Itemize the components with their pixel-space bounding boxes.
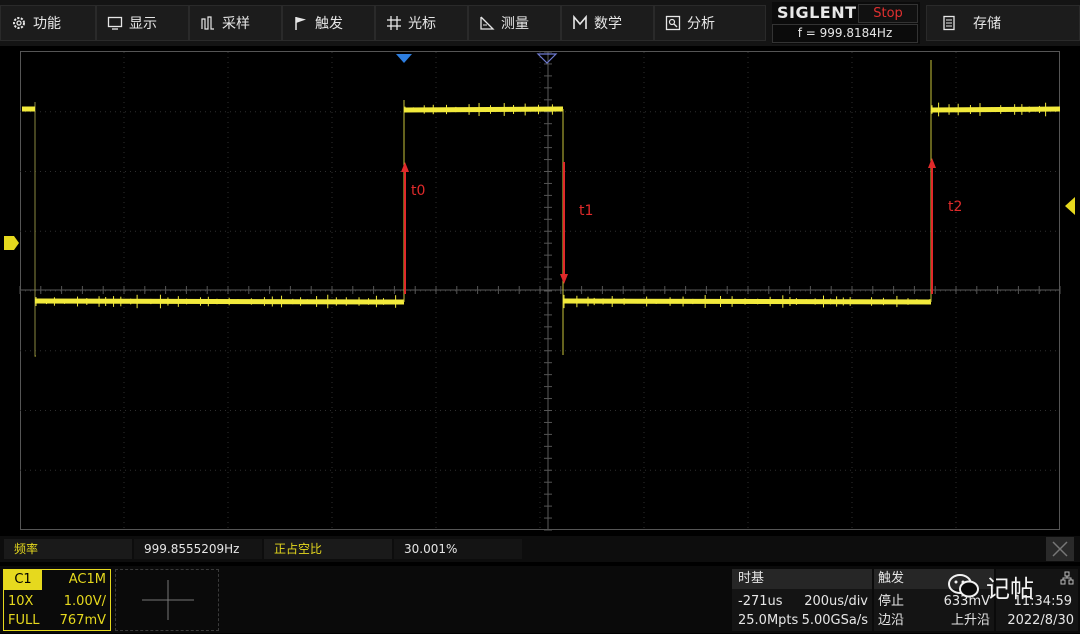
menu-math[interactable]: 数学 <box>561 5 654 41</box>
menu-cursor-label: 光标 <box>408 16 436 32</box>
channel1-offset: 767mV <box>59 613 106 628</box>
network-icon <box>1060 571 1074 585</box>
channel1-scale: 1.00V/ <box>63 594 106 609</box>
menu-display[interactable]: 显示 <box>96 5 189 41</box>
run-status[interactable]: Stop <box>858 4 918 23</box>
plus-icon <box>142 580 194 620</box>
trigger-position-marker[interactable] <box>396 54 412 63</box>
watermark: 记帖 <box>946 570 1034 603</box>
trigger-type: 边沿 <box>878 613 905 628</box>
timebase-label: 时基 <box>738 571 765 586</box>
menu-bar: 功能 显示 采样 触发 光标 测量 数学 分析 SIGLENT Stop f =… <box>0 0 1080 46</box>
timebase-scale: 200us/div <box>804 594 868 609</box>
trigger-slope: 上升沿 <box>950 613 990 628</box>
svg-text:t1: t1 <box>579 203 593 219</box>
menu-measure-label: 测量 <box>501 16 529 32</box>
wechat-icon <box>948 574 979 598</box>
menu-display-label: 显示 <box>129 16 157 32</box>
menu-acquire[interactable]: 采样 <box>189 5 282 41</box>
close-icon <box>1052 541 1068 557</box>
freq-value: 999.8555209Hz <box>134 539 262 559</box>
menu-function-label: 功能 <box>33 16 61 32</box>
duty-value: 30.001% <box>394 539 522 559</box>
trigger-frequency: f = 999.8184Hz <box>772 24 918 43</box>
measure-icon <box>480 16 495 30</box>
duty-label: 正占空比 <box>264 539 392 559</box>
annotation-t1: t1 <box>560 162 593 284</box>
menu-function[interactable]: 功能 <box>0 5 96 41</box>
waveform-svg: t0 t1 t2 <box>4 51 1075 531</box>
math-icon <box>573 15 587 29</box>
channel1-panel[interactable]: C1 AC1M 10X 1.00V/ FULL 767mV <box>3 569 111 631</box>
waveform-display[interactable]: t0 t1 t2 <box>0 50 1080 532</box>
storage-icon <box>943 15 955 31</box>
menu-acquire-label: 采样 <box>222 16 250 32</box>
menu-analysis[interactable]: 分析 <box>654 5 766 41</box>
menu-measure[interactable]: 测量 <box>468 5 561 41</box>
analysis-icon <box>665 15 681 31</box>
sample-rate: 5.00GSa/s <box>801 613 868 628</box>
timebase-delay: -271us <box>738 594 783 609</box>
status-bar: C1 AC1M 10X 1.00V/ FULL 767mV 时基 -271us … <box>0 566 1080 633</box>
gear-icon <box>13 17 25 29</box>
add-channel-button[interactable] <box>115 569 219 631</box>
cursor-grid-icon <box>387 16 401 30</box>
timebase-panel[interactable]: 时基 -271us 200us/div 25.0Mpts 5.00GSa/s <box>732 569 872 631</box>
trigger-level-marker[interactable] <box>1065 197 1075 215</box>
channel1-waveform <box>22 60 1061 357</box>
channel1-probe: 10X <box>8 594 34 609</box>
menu-math-label: 数学 <box>594 16 622 32</box>
menu-trigger-label: 触发 <box>315 16 343 32</box>
menu-save-label: 存储 <box>973 16 1001 32</box>
close-measure-button[interactable] <box>1046 537 1074 561</box>
channel1-coupling: AC1M <box>68 572 106 587</box>
trigger-label: 触发 <box>878 571 905 586</box>
menu-cursor[interactable]: 光标 <box>375 5 468 41</box>
watermark-text: 记帖 <box>986 574 1034 603</box>
menu-analysis-label: 分析 <box>687 16 715 32</box>
clock-date: 2022/8/30 <box>1007 613 1074 628</box>
menu-trigger[interactable]: 触发 <box>282 5 375 41</box>
channel1-bandwidth: FULL <box>8 613 40 628</box>
flag-icon <box>295 17 306 30</box>
memory-depth: 25.0Mpts <box>738 613 799 628</box>
sampling-icon <box>201 16 214 30</box>
channel1-offset-marker[interactable] <box>4 236 19 250</box>
channel1-label: C1 <box>4 570 42 590</box>
svg-text:t0: t0 <box>411 183 425 199</box>
brand-panel: SIGLENT Stop f = 999.8184Hz <box>772 2 920 44</box>
svg-text:t2: t2 <box>948 199 962 215</box>
freq-label: 频率 <box>4 539 132 559</box>
monitor-icon <box>107 16 123 30</box>
siglent-logo: SIGLENT <box>777 3 857 22</box>
cursor-position-marker[interactable] <box>536 53 558 64</box>
menu-save[interactable]: 存储 <box>926 5 1080 41</box>
annotation-t2: t2 <box>928 158 962 294</box>
annotation-t0: t0 <box>401 162 425 294</box>
measurement-bar: 频率 999.8555209Hz 正占空比 30.001% <box>0 536 1080 562</box>
trigger-mode: 停止 <box>878 594 905 609</box>
